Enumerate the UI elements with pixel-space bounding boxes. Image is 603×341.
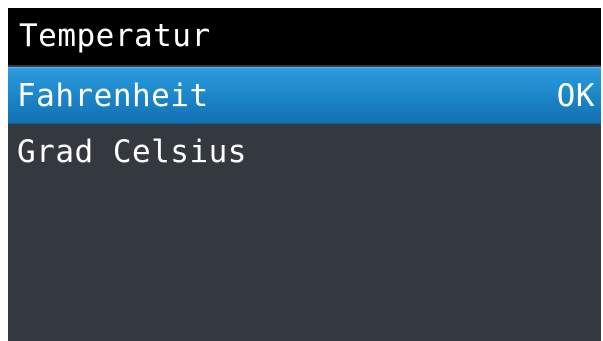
menu-item-label: Fahrenheit [17, 78, 209, 114]
lcd-screen: Temperatur Fahrenheit OK Grad Celsius [8, 8, 601, 341]
menu-item-grad-celsius[interactable]: Grad Celsius [8, 124, 601, 181]
menu-item-label: Grad Celsius [17, 134, 247, 170]
screen-title: Temperatur [8, 8, 601, 65]
ok-confirm-label[interactable]: OK [557, 68, 595, 125]
menu-item-fahrenheit[interactable]: Fahrenheit OK [8, 67, 601, 124]
temperature-unit-menu: Fahrenheit OK Grad Celsius [8, 67, 601, 181]
